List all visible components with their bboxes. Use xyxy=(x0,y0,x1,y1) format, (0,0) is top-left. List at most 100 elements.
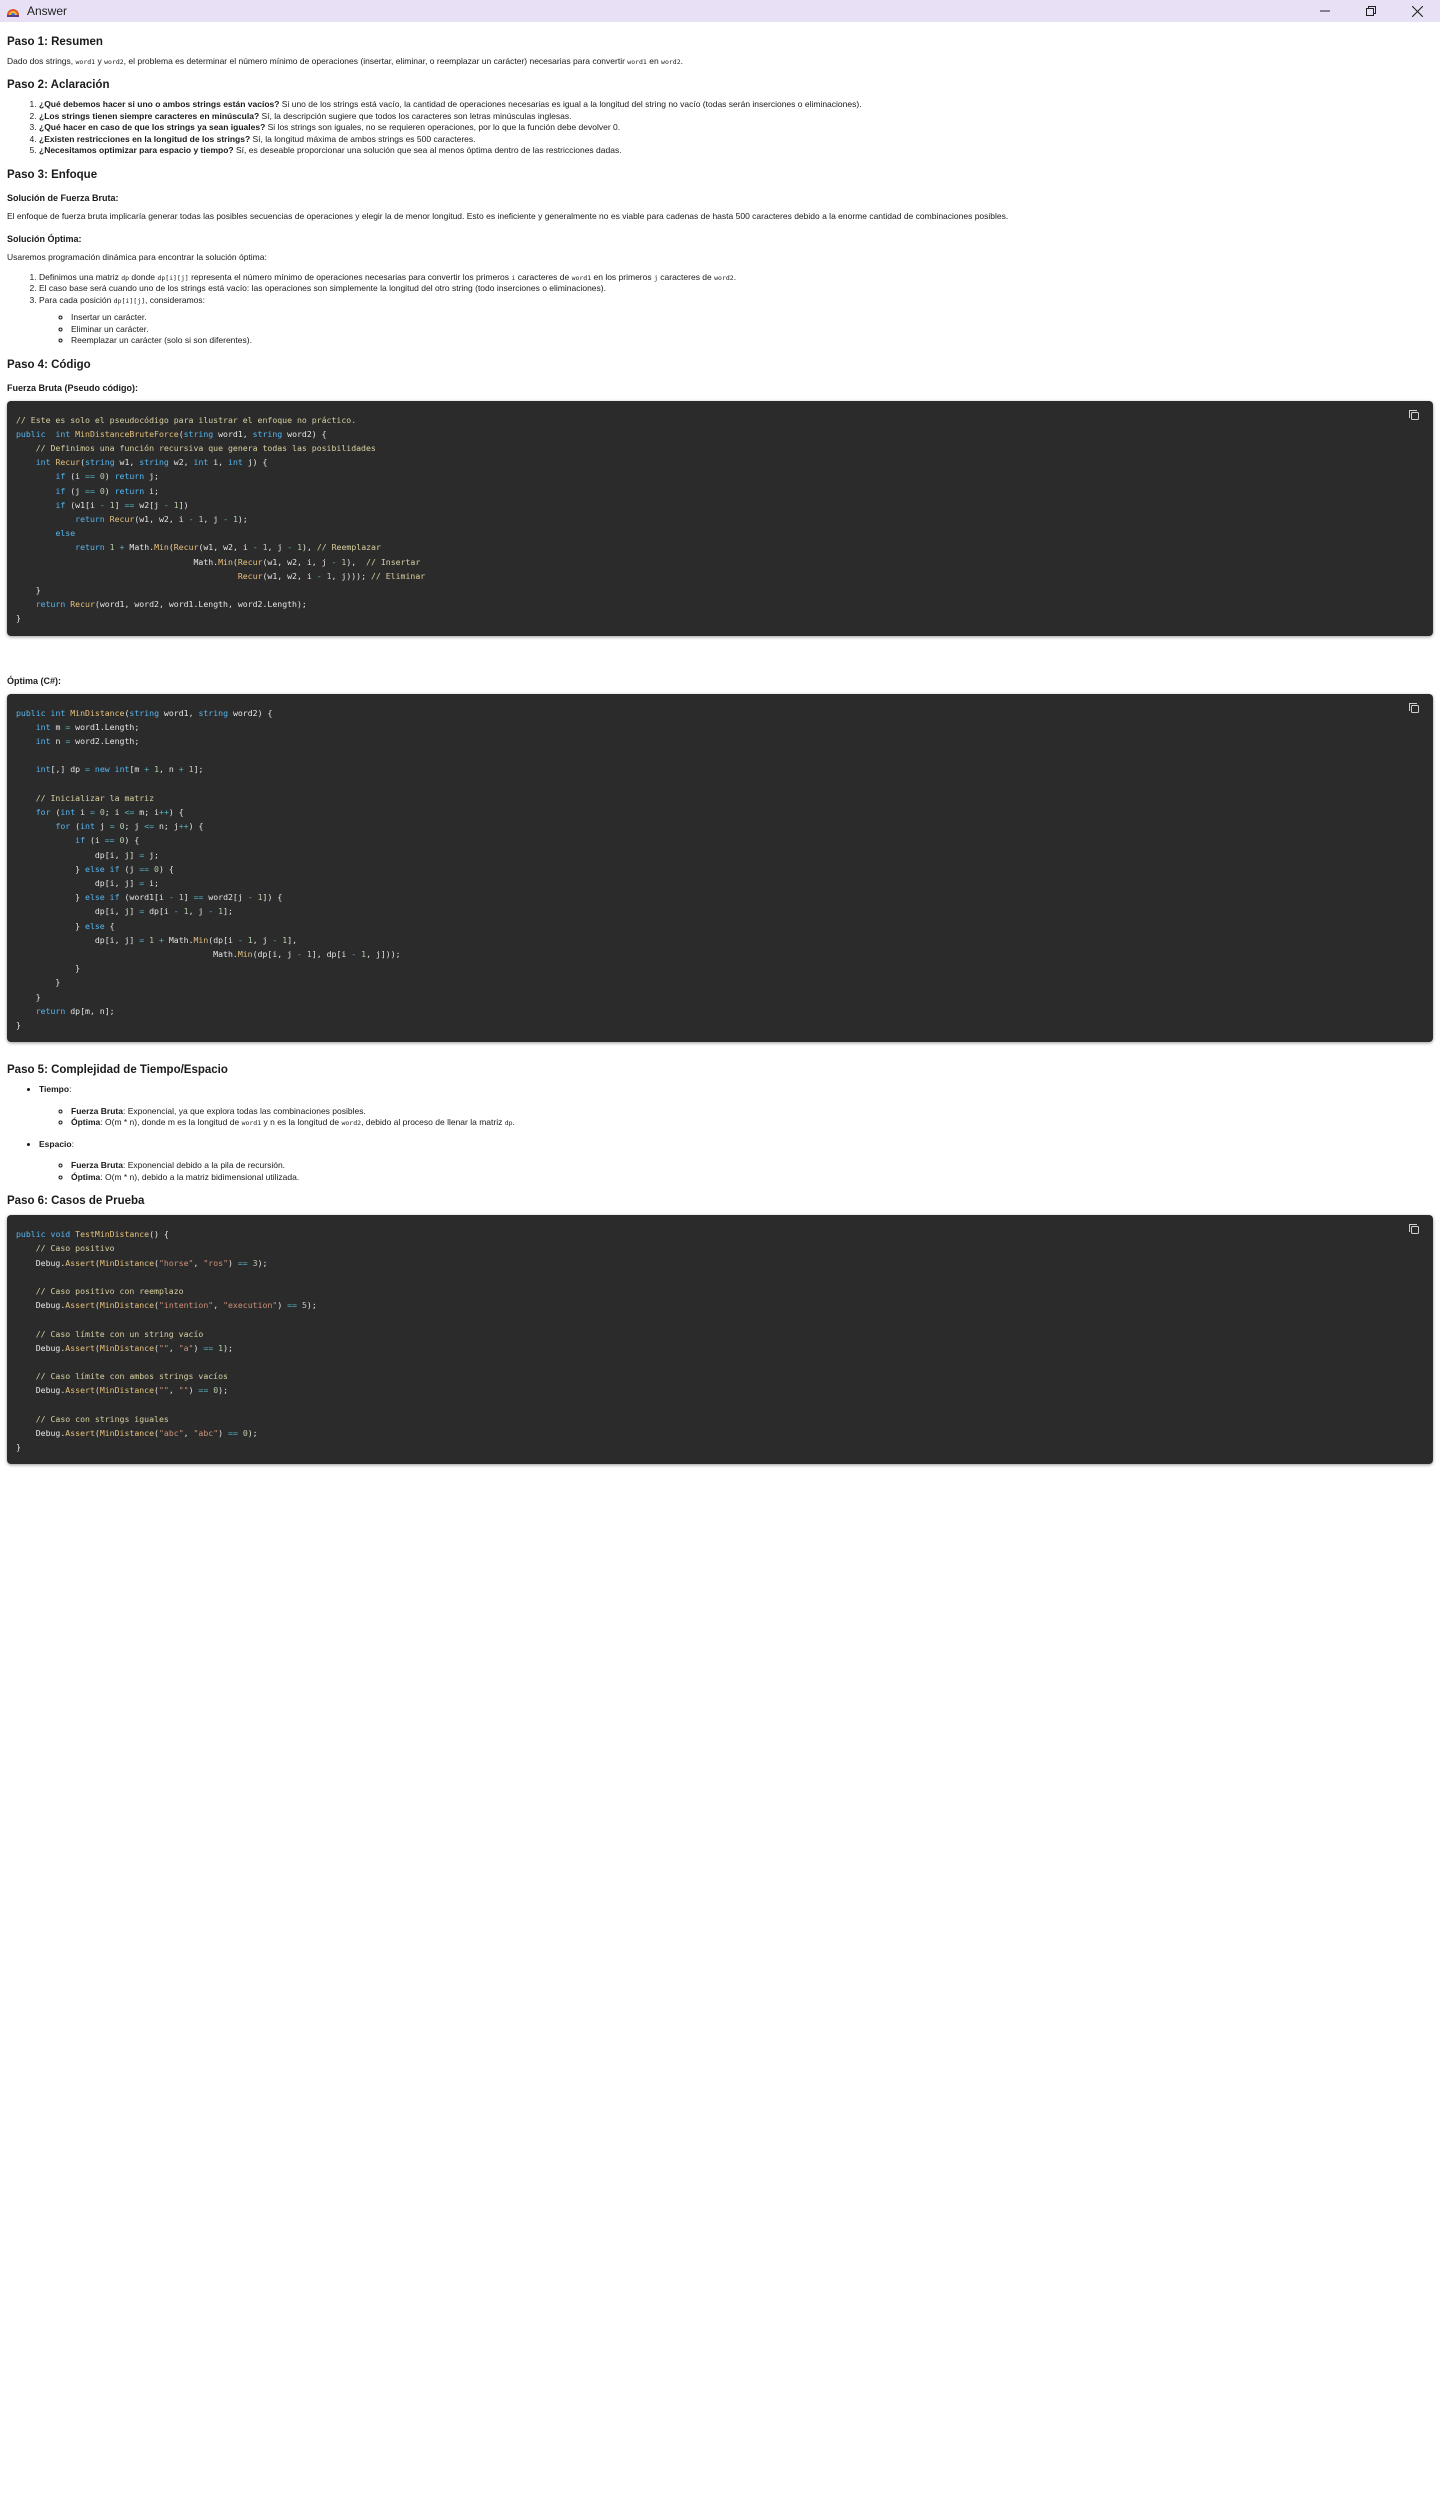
code-block-brute: // Este es solo el pseudocódigo para ilu… xyxy=(7,400,1433,636)
complexity-list: Tiempo: Fuerza Bruta: Exponencial, ya qu… xyxy=(7,1084,1433,1183)
code-token: ] xyxy=(114,499,125,510)
code-token: ) xyxy=(104,485,115,496)
minimize-button[interactable] xyxy=(1302,0,1348,22)
list-item: Óptima: O(m * n), debido a la matriz bid… xyxy=(71,1172,1433,1183)
code-token: w2[j xyxy=(134,499,164,510)
clarification-list: ¿Qué debemos hacer si uno o ambos string… xyxy=(7,99,1433,156)
code-token: ]; xyxy=(193,764,204,775)
code-token: == xyxy=(104,835,115,846)
code-token: public xyxy=(16,428,46,439)
title-bar: Answer xyxy=(0,0,1440,22)
code-token: (i xyxy=(65,471,86,482)
code-token: return xyxy=(114,485,145,496)
code-token: } xyxy=(16,585,41,595)
list-item: ¿Necesitamos optimizar para espacio y ti… xyxy=(39,145,1433,156)
code-token: ++ xyxy=(178,821,189,832)
code-token: int xyxy=(35,721,51,732)
label: Fuerza Bruta xyxy=(71,1105,123,1116)
code-token: else xyxy=(85,892,105,903)
copy-button[interactable] xyxy=(1408,1220,1422,1235)
text: , debido al proceso de llenar la matriz xyxy=(361,1117,505,1128)
copy-button[interactable] xyxy=(1408,406,1422,420)
answer: Si los strings son iguales, no se requie… xyxy=(265,122,621,133)
window-title: Answer xyxy=(27,4,68,18)
text: caracteres de xyxy=(515,271,572,282)
code-token: Debug. xyxy=(16,1342,66,1353)
restore-icon xyxy=(1366,6,1376,16)
code-token: Debug. xyxy=(16,1427,66,1438)
list-item: ¿Qué hacer en caso de que los strings ya… xyxy=(39,122,1433,133)
copy-button[interactable] xyxy=(1408,699,1422,713)
code-token: if xyxy=(55,499,66,510)
code-token: string xyxy=(129,707,159,718)
inline-code: word1 xyxy=(627,58,647,66)
code-token: ); xyxy=(257,1257,268,1268)
code-token: i, xyxy=(208,457,229,468)
code-token: w2, xyxy=(168,457,194,468)
code-token: dp[i xyxy=(144,906,174,917)
code-token: == xyxy=(228,1427,238,1438)
code-token: w1, xyxy=(114,457,140,468)
code-token: else xyxy=(85,920,105,931)
code-token: "a" xyxy=(178,1342,194,1353)
optimal-heading: Solución Óptima: xyxy=(7,234,82,245)
question: ¿Qué hacer en caso de que los strings ya… xyxy=(39,122,266,133)
code-token: MinDistance xyxy=(99,1300,155,1311)
code-token: // Definimos una función recursiva que g… xyxy=(35,442,376,453)
code-token: word2[j xyxy=(203,892,248,903)
code-token: string xyxy=(139,457,169,468)
answer: Sí, es deseable proporcionar una solució… xyxy=(233,145,622,156)
code-token: () { xyxy=(149,1229,169,1240)
code-token: n xyxy=(50,736,66,747)
code-token: "horse" xyxy=(158,1257,194,1268)
close-button[interactable] xyxy=(1394,0,1440,22)
code-token: (w1, w2, i, j xyxy=(262,556,332,567)
code-token: ]) { xyxy=(262,892,283,903)
code-token: ), xyxy=(302,542,317,553)
step1-summary: Dado dos strings, word1 y word2, el prob… xyxy=(7,56,1433,67)
code-token: void xyxy=(50,1229,71,1240)
code-token: ) { xyxy=(158,863,174,874)
answer-content: Paso 1: Resumen Dado dos strings, word1 … xyxy=(0,22,1440,1465)
code-token: Math. xyxy=(163,934,194,945)
code-token: <= xyxy=(124,807,135,818)
code-token: Math. xyxy=(124,542,155,553)
list-item: ¿Los strings tienen siempre caracteres e… xyxy=(39,111,1433,122)
code-token: , j])); xyxy=(366,949,401,960)
restore-button[interactable] xyxy=(1348,0,1394,22)
question: ¿Los strings tienen siempre caracteres e… xyxy=(39,110,260,121)
code-token: ) xyxy=(228,1257,238,1268)
code-token: ); xyxy=(237,513,248,524)
code-token: // Caso límite con ambos strings vacíos xyxy=(35,1371,228,1382)
code-token: string xyxy=(183,428,214,439)
code-token: string xyxy=(198,707,229,718)
code-token: for xyxy=(55,821,71,832)
code-token: MinDistance xyxy=(99,1385,155,1396)
brute-code-label: Fuerza Bruta (Pseudo código): xyxy=(7,382,139,393)
code-token: == xyxy=(198,1385,209,1396)
code-token: else xyxy=(85,863,105,874)
code-text: public int MinDistance (string word1, str… xyxy=(16,706,1424,1033)
code-token: ; i xyxy=(104,807,125,818)
copy-icon xyxy=(1409,409,1419,420)
code-token: int xyxy=(35,764,51,775)
list-item: Óptima: O(m * n), donde m es la longitud… xyxy=(71,1117,1433,1128)
code-token: == xyxy=(193,892,204,903)
code-text: public void TestMinDistance() { // Caso … xyxy=(16,1227,1424,1454)
list-item: Eliminar un carácter. xyxy=(71,324,1433,335)
code-token: dp[i, j] xyxy=(16,878,140,889)
code-token: } xyxy=(16,920,86,931)
code-token: dp[m, n]; xyxy=(65,1005,115,1016)
code-token: ) { xyxy=(124,835,140,846)
label: Óptima xyxy=(71,1171,101,1182)
inline-code: word1 xyxy=(571,273,592,282)
code-token: , xyxy=(168,1342,179,1353)
code-text: // Este es solo el pseudocódigo para ilu… xyxy=(16,413,1424,626)
